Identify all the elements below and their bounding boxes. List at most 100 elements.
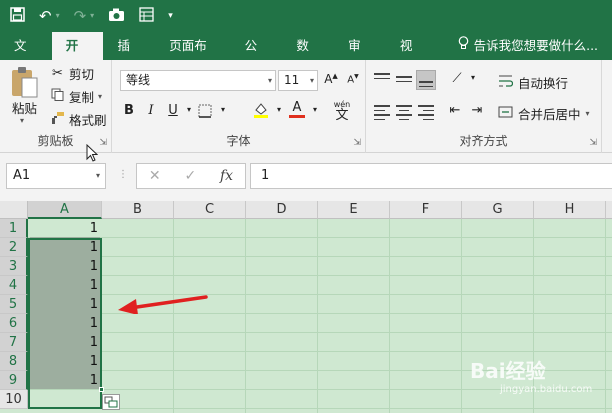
merge-center-button[interactable]: 合并后居中 ▾ <box>498 104 590 123</box>
dialog-launcher-icon[interactable]: ⇲ <box>353 138 361 148</box>
decrease-indent-icon[interactable]: ⇤ <box>446 103 464 118</box>
redo-icon[interactable]: ↷ <box>74 8 87 24</box>
paste-icon[interactable] <box>10 66 40 100</box>
tab-data[interactable]: 数据 <box>282 32 334 81</box>
font-color-icon[interactable]: A <box>288 101 306 118</box>
column-header-e[interactable]: E <box>318 201 390 219</box>
quick-analysis-icon[interactable] <box>102 394 120 410</box>
fill-handle[interactable] <box>99 387 104 392</box>
insert-function-icon[interactable]: fx <box>220 168 233 184</box>
cut-button[interactable]: ✂ 剪切 <box>50 64 94 83</box>
clipboard-group: 粘贴 ▾ ✂ 剪切 复制 ▾ 格式刷 剪贴板 ⇲ <box>0 60 112 153</box>
tab-review[interactable]: 审阅 <box>334 32 386 81</box>
formula-buttons: ✕ ✓ fx <box>136 163 246 189</box>
fill-color-icon[interactable] <box>252 101 270 123</box>
row-header-10[interactable]: 10 <box>0 390 28 409</box>
dialog-launcher-icon[interactable]: ⇲ <box>99 138 107 148</box>
row-header-3[interactable]: 3 <box>0 257 28 276</box>
chevron-down-icon[interactable]: ▾ <box>20 116 24 125</box>
tab-insert[interactable]: 插入 <box>103 32 155 81</box>
grid-line <box>317 219 318 413</box>
dialog-launcher-icon[interactable]: ⇲ <box>589 138 597 148</box>
tell-me-box[interactable]: 告诉我您想要做什么... <box>438 32 612 60</box>
select-all-corner[interactable] <box>0 201 28 219</box>
copy-label: 复制 <box>69 90 95 105</box>
name-box[interactable]: A1 ▾ <box>6 163 106 189</box>
undo-icon[interactable]: ↶ <box>39 8 52 24</box>
cell-a7[interactable]: 1 <box>29 333 101 352</box>
cell-a9[interactable]: 1 <box>29 371 101 390</box>
row-header-7[interactable]: 7 <box>0 333 28 352</box>
tab-file[interactable]: 文件 <box>0 32 52 81</box>
increase-indent-icon[interactable]: ⇥ <box>468 103 486 118</box>
decrease-font-icon[interactable]: A▼ <box>344 73 362 85</box>
format-painter-button[interactable]: 格式刷 <box>50 110 107 129</box>
tab-formulas[interactable]: 公式 <box>231 32 283 81</box>
copy-button[interactable]: 复制 ▾ <box>50 87 102 106</box>
bold-button[interactable]: B <box>120 103 138 118</box>
chevron-down-icon[interactable]: ▾ <box>586 109 590 118</box>
cell-a3[interactable]: 1 <box>29 257 101 276</box>
formula-input[interactable]: 1 <box>250 163 612 189</box>
phonetic-guide-icon[interactable]: wén 文 <box>328 100 356 122</box>
chevron-down-icon[interactable]: ▾ <box>214 105 232 114</box>
chevron-down-icon: ▾ <box>267 76 272 85</box>
cell-a1[interactable]: 1 <box>29 219 101 238</box>
save-icon[interactable] <box>10 7 25 25</box>
cell-a2[interactable]: 1 <box>29 238 101 257</box>
row-header-1[interactable]: 1 <box>0 219 28 238</box>
cell-a4[interactable]: 1 <box>29 276 101 295</box>
column-header-c[interactable]: C <box>174 201 246 219</box>
align-left-icon[interactable] <box>372 102 392 122</box>
chevron-down-icon[interactable]: ▾ <box>464 73 482 82</box>
chevron-down-icon[interactable]: ▾ <box>56 12 60 20</box>
grid-line <box>245 219 246 413</box>
border-icon[interactable] <box>196 104 214 122</box>
row-header-4[interactable]: 4 <box>0 276 28 295</box>
wrap-text-button[interactable]: 自动换行 <box>498 73 568 92</box>
font-size-value: 11 <box>284 73 300 87</box>
font-size-select[interactable]: 11 ▾ <box>278 70 318 91</box>
tab-page-layout[interactable]: 页面布局 <box>155 32 230 81</box>
cell-a6[interactable]: 1 <box>29 314 101 333</box>
align-middle-icon[interactable] <box>394 70 414 90</box>
column-header-g[interactable]: G <box>462 201 534 219</box>
row-header-6[interactable]: 6 <box>0 314 28 333</box>
chevron-down-icon[interactable]: ▾ <box>306 105 324 114</box>
form-icon[interactable] <box>139 7 154 25</box>
paste-button[interactable]: 粘贴 <box>12 98 37 117</box>
font-name-select[interactable]: 等线 ▾ <box>120 70 276 91</box>
row-header-5[interactable]: 5 <box>0 295 28 314</box>
cancel-icon[interactable]: ✕ <box>149 168 161 184</box>
row-header-8[interactable]: 8 <box>0 352 28 371</box>
increase-font-icon[interactable]: A▲ <box>322 72 340 86</box>
align-right-icon[interactable] <box>416 102 436 122</box>
column-header-i[interactable] <box>606 201 612 219</box>
column-header-a[interactable]: A <box>28 201 102 219</box>
italic-button[interactable]: I <box>142 103 160 118</box>
chevron-down-icon[interactable]: ▾ <box>98 92 102 101</box>
merge-center-icon <box>498 105 513 122</box>
customize-toolbar-icon[interactable]: ▾ <box>168 11 173 21</box>
align-top-icon[interactable] <box>372 70 392 90</box>
formula-bar-grip-icon[interactable]: ⋮ <box>118 169 128 180</box>
cell-a8[interactable]: 1 <box>29 352 101 371</box>
camera-icon[interactable] <box>108 7 125 25</box>
align-center-icon[interactable] <box>394 102 414 122</box>
column-header-d[interactable]: D <box>246 201 318 219</box>
watermark-brand: Bai经验 <box>470 359 546 383</box>
chevron-down-icon[interactable]: ▾ <box>90 12 94 20</box>
row-header-9[interactable]: 9 <box>0 371 28 390</box>
confirm-icon[interactable]: ✓ <box>184 168 196 184</box>
cell-a5[interactable]: 1 <box>29 295 101 314</box>
row-header-2[interactable]: 2 <box>0 238 28 257</box>
column-header-h[interactable]: H <box>534 201 606 219</box>
tab-view[interactable]: 视图 <box>386 32 438 81</box>
chevron-down-icon[interactable]: ▾ <box>270 105 288 114</box>
column-header-b[interactable]: B <box>102 201 174 219</box>
copy-icon <box>50 88 65 105</box>
chevron-down-icon[interactable]: ▾ <box>96 164 100 188</box>
align-bottom-icon[interactable] <box>416 70 436 90</box>
column-header-f[interactable]: F <box>390 201 462 219</box>
tab-home[interactable]: 开始 <box>51 32 104 81</box>
